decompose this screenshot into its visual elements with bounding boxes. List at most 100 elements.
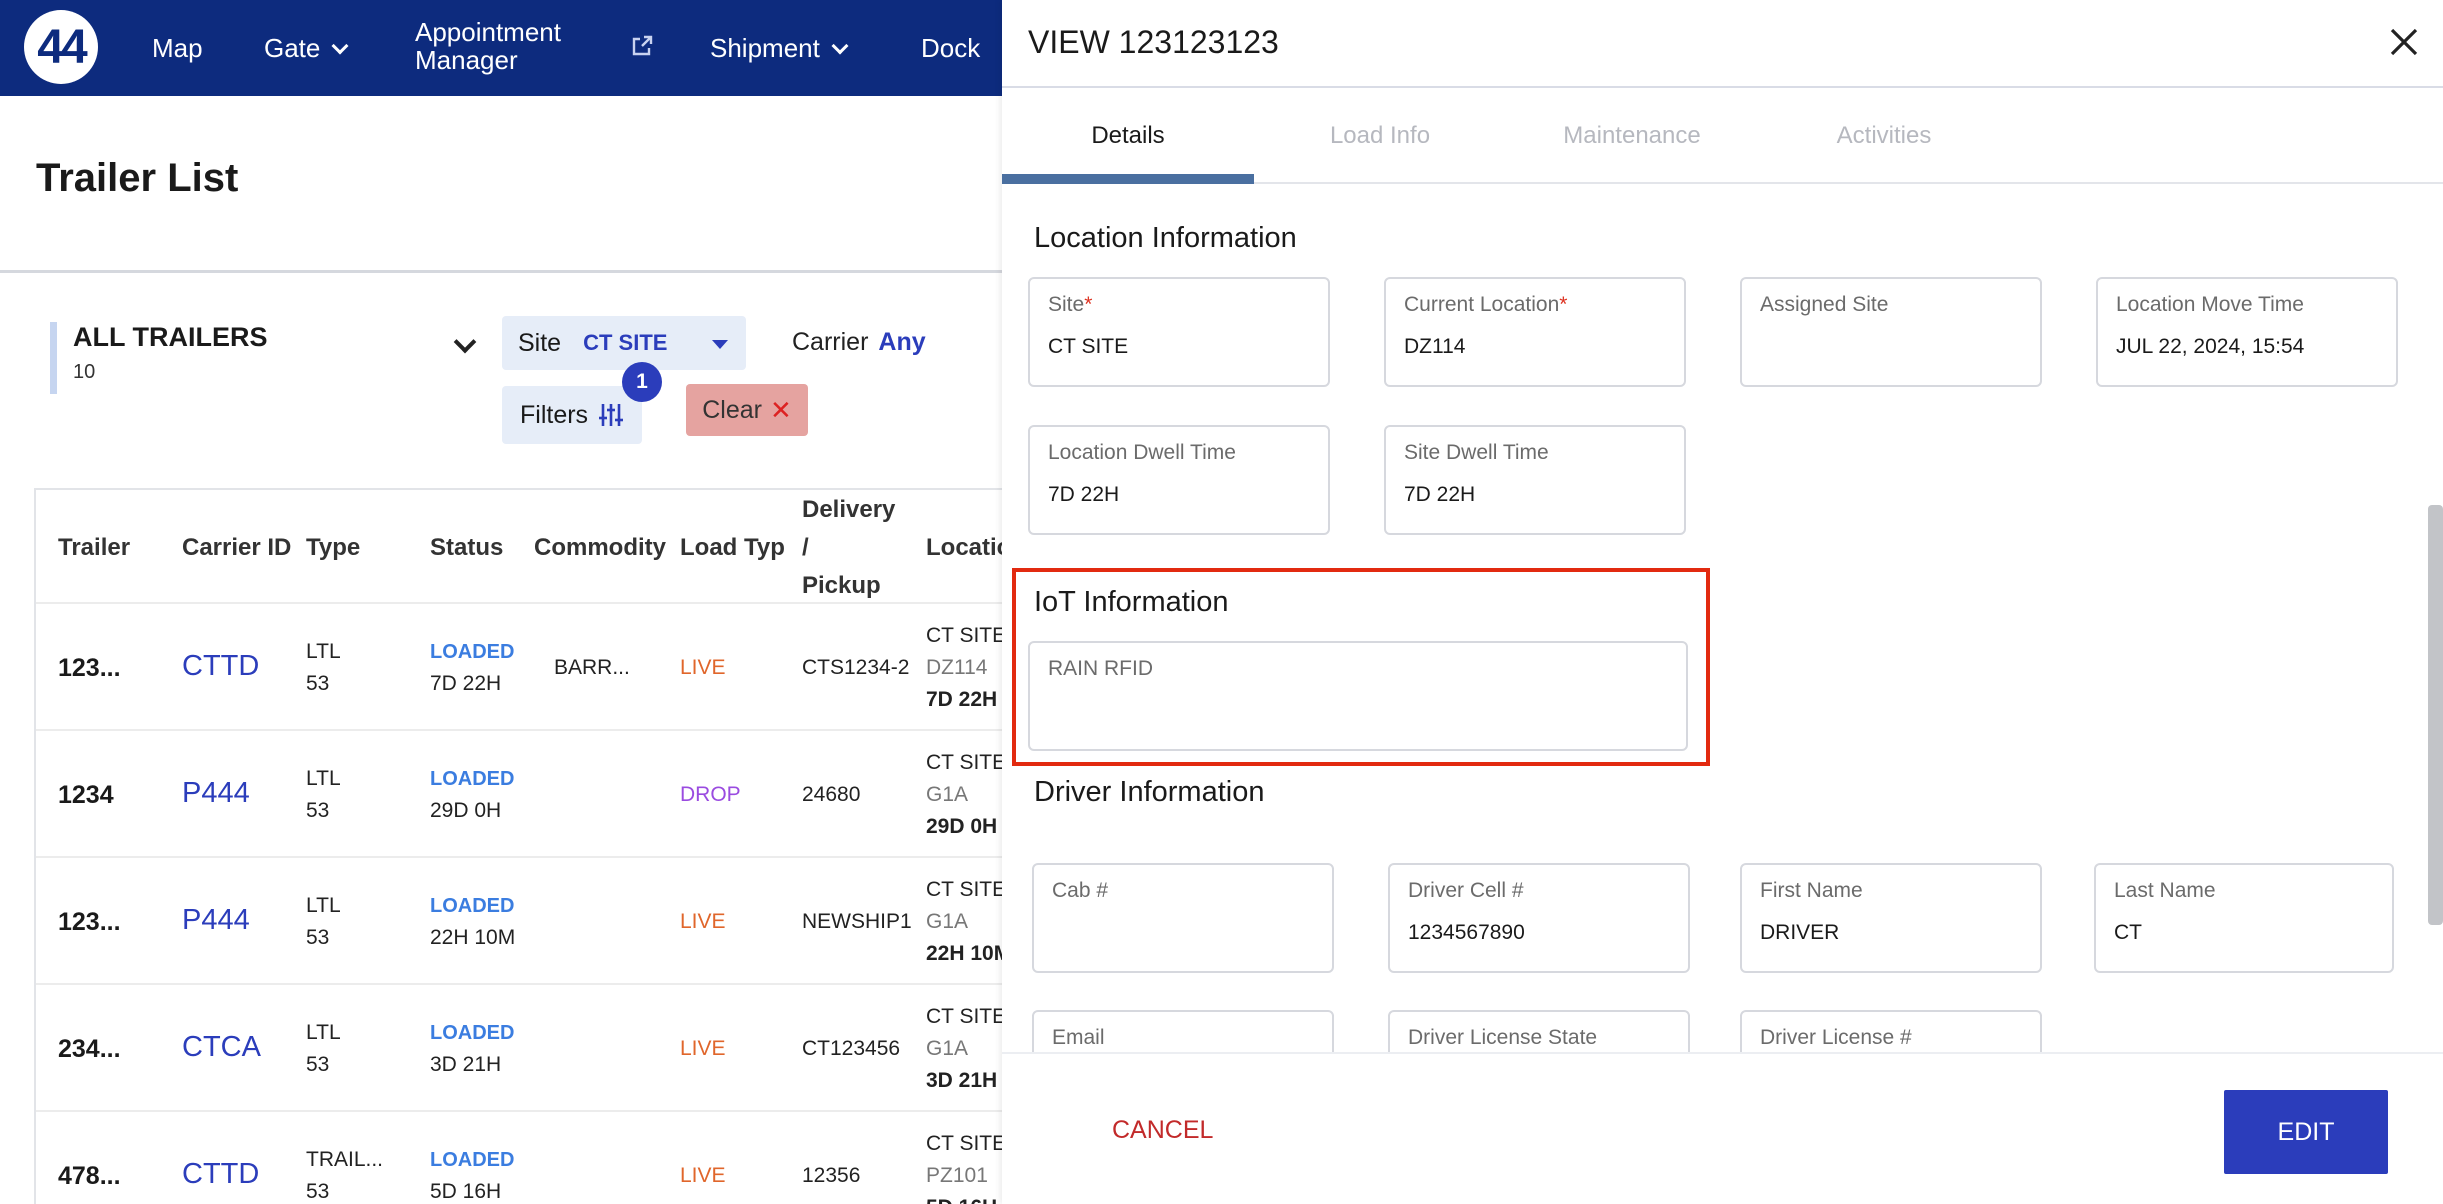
delivery-pickup: CT123456	[802, 1037, 901, 1060]
location-move-time-field[interactable]: Location Move Time JUL 22, 2024, 15:54	[2096, 277, 2398, 387]
col-delivery[interactable]: Delivery	[802, 496, 895, 524]
driver-cell-field[interactable]: Driver Cell # 1234567890	[1388, 863, 1690, 973]
assigned-site-field[interactable]: Assigned Site	[1740, 277, 2042, 387]
close-icon: ✕	[769, 394, 792, 425]
location-spot: G1A	[926, 783, 969, 806]
col-load-type[interactable]: Load Typ	[680, 534, 785, 562]
col-carrier-id[interactable]: Carrier ID	[182, 534, 291, 562]
first-name-field[interactable]: First Name DRIVER	[1740, 863, 2042, 973]
last-name-field[interactable]: Last Name CT	[2094, 863, 2394, 973]
tab-load-info[interactable]: Load Info	[1254, 88, 1506, 184]
status-badge: LOADED	[430, 1022, 515, 1044]
type-line2: 53	[306, 672, 330, 695]
load-type: LIVE	[680, 1164, 726, 1187]
load-type: LIVE	[680, 910, 726, 933]
first-name-label: First Name	[1760, 879, 1863, 902]
type-line1: TRAIL...	[306, 1148, 384, 1171]
email-label: Email	[1052, 1026, 1105, 1049]
panel-scrollbar[interactable]	[2428, 505, 2443, 925]
type-line1: LTL	[306, 894, 341, 917]
table-row[interactable]: 1234 P444 LTL 53 LOADED 29D 0H DROP 2468…	[36, 729, 1002, 856]
nav-appointment-line1: Appointment	[415, 17, 561, 47]
status-dwell: 7D 22H	[430, 672, 502, 695]
status-dwell: 29D 0H	[430, 799, 502, 822]
carrier-filter[interactable]: Carrier Any	[792, 328, 926, 357]
location-dwell: 22H 10M	[926, 942, 1002, 965]
tab-activities[interactable]: Activities	[1758, 88, 2010, 184]
site-dwell-field[interactable]: Site Dwell Time 7D 22H	[1384, 425, 1686, 535]
detail-tabs: Details Load Info Maintenance Activities	[1002, 88, 2443, 184]
carrier-filter-value: Any	[878, 328, 926, 356]
location-section-title: Location Information	[1034, 222, 1297, 254]
caret-down-icon	[712, 340, 728, 349]
site-filter[interactable]: Site CT SITE	[502, 316, 746, 370]
nav-appointment-manager[interactable]: Appointment Manager	[415, 18, 561, 74]
driver-license-number-label: Driver License #	[1760, 1026, 1912, 1049]
col-pickup[interactable]: Pickup	[802, 572, 881, 600]
filters-count-badge: 1	[622, 362, 662, 402]
view-name: ALL TRAILERS	[73, 322, 268, 352]
rain-rfid-label: RAIN RFID	[1048, 657, 1153, 680]
nav-gate[interactable]: Gate	[264, 0, 349, 96]
tab-maintenance[interactable]: Maintenance	[1506, 88, 1758, 184]
trailer-id[interactable]: 123...	[58, 906, 121, 938]
trailer-id[interactable]: 123...	[58, 652, 121, 684]
location-move-time-value: JUL 22, 2024, 15:54	[2116, 335, 2305, 358]
clear-filters-button[interactable]: Clear ✕	[686, 384, 808, 436]
assigned-site-label: Assigned Site	[1760, 293, 1889, 316]
col-location[interactable]: Locatio	[926, 534, 1002, 562]
col-type[interactable]: Type	[306, 534, 360, 562]
trailer-id[interactable]: 1234	[58, 779, 114, 811]
carrier-id[interactable]: CTTD	[182, 650, 259, 682]
col-trailer[interactable]: Trailer	[58, 534, 130, 562]
site-field-label: Site	[1048, 293, 1085, 316]
site-filter-label: Site	[518, 328, 562, 357]
location-dwell: 3D 21H	[926, 1069, 998, 1092]
carrier-id[interactable]: CTCA	[182, 1031, 261, 1063]
nav-gate-label: Gate	[264, 32, 321, 63]
tab-details[interactable]: Details	[1002, 88, 1254, 184]
site-field[interactable]: Site* CT SITE	[1028, 277, 1330, 387]
table-row[interactable]: 123... CTTD LTL 53 LOADED 7D 22H BARR...…	[36, 602, 1002, 729]
app-logo[interactable]: 44	[24, 10, 98, 84]
delivery-pickup: 24680	[802, 783, 861, 806]
site-dwell-value: 7D 22H	[1404, 483, 1476, 506]
nav-map[interactable]: Map	[152, 0, 203, 96]
table-row[interactable]: 234... CTCA LTL 53 LOADED 3D 21H LIVE CT…	[36, 983, 1002, 1110]
trailer-id[interactable]: 478...	[58, 1160, 121, 1192]
filters-button[interactable]: Filters	[502, 386, 642, 444]
delivery-pickup: NEWSHIP1	[802, 910, 912, 933]
nav-shipment-label: Shipment	[710, 32, 820, 63]
status-dwell: 22H 10M	[430, 926, 516, 949]
location-spot: PZ101	[926, 1164, 988, 1187]
panel-title: VIEW 123123123	[1028, 24, 1279, 60]
location-dwell: 29D 0H	[926, 815, 998, 838]
trailer-id[interactable]: 234...	[58, 1033, 121, 1065]
table-row[interactable]: 123... P444 LTL 53 LOADED 22H 10M LIVE N…	[36, 856, 1002, 983]
cancel-button[interactable]: CANCEL	[1112, 1116, 1213, 1145]
carrier-id[interactable]: CTTD	[182, 1158, 259, 1190]
trailer-view-selector[interactable]: ALL TRAILERS 10	[50, 322, 480, 394]
table-row[interactable]: 478... CTTD TRAIL... 53 LOADED 5D 16H LI…	[36, 1110, 1002, 1204]
current-location-value: DZ114	[1404, 335, 1466, 358]
col-status[interactable]: Status	[430, 534, 503, 562]
current-location-field[interactable]: Current Location* DZ114	[1384, 277, 1686, 387]
clear-label: Clear	[702, 395, 762, 424]
rain-rfid-field[interactable]: RAIN RFID	[1028, 641, 1688, 751]
carrier-id[interactable]: P444	[182, 904, 250, 936]
edit-button[interactable]: EDIT	[2224, 1090, 2388, 1174]
location-dwell-value: 7D 22H	[1048, 483, 1120, 506]
close-icon[interactable]	[2386, 24, 2422, 60]
type-line1: LTL	[306, 1021, 341, 1044]
nav-dock[interactable]: Dock	[921, 0, 980, 96]
col-commodity[interactable]: Commodity	[534, 534, 666, 562]
carrier-id[interactable]: P444	[182, 777, 250, 809]
filters-label: Filters	[520, 400, 589, 429]
external-link-icon[interactable]	[630, 34, 654, 58]
location-dwell-field[interactable]: Location Dwell Time 7D 22H	[1028, 425, 1330, 535]
delivery-pickup: 12356	[802, 1164, 861, 1187]
load-type: LIVE	[680, 656, 726, 679]
cab-field[interactable]: Cab #	[1032, 863, 1334, 973]
nav-shipment[interactable]: Shipment	[710, 0, 849, 96]
location-site: CT SITE	[926, 1005, 1002, 1028]
